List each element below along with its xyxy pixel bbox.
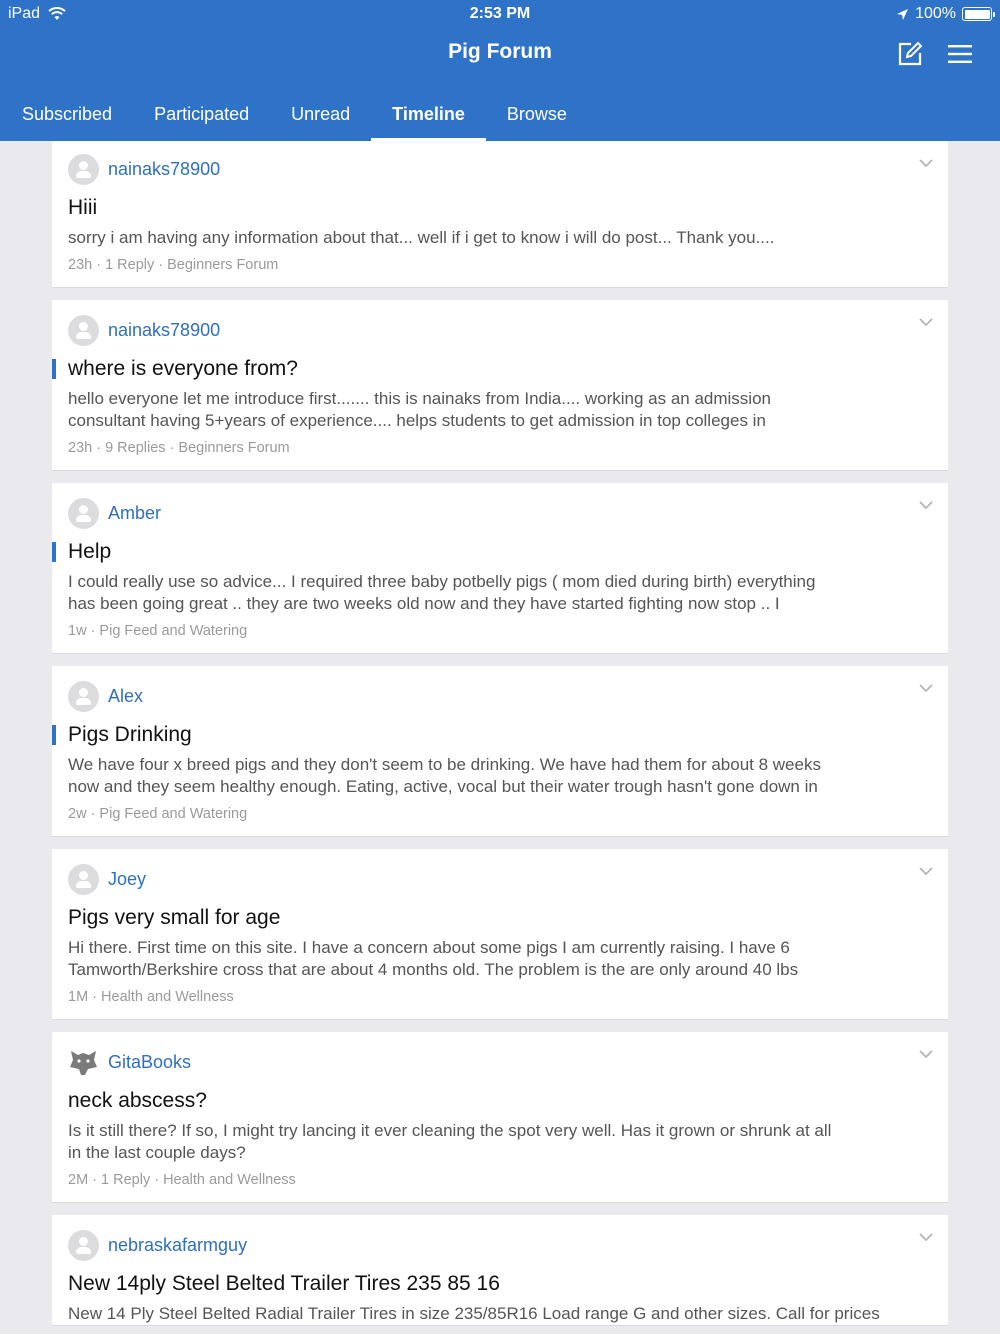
wolf-avatar-icon — [70, 1050, 97, 1075]
location-arrow-icon — [897, 8, 909, 20]
avatar[interactable] — [68, 314, 99, 346]
topic-snippet: sorry i am having any information about … — [68, 228, 775, 247]
tab-unread[interactable]: Unread — [270, 88, 371, 141]
topic-meta: 23h · 9 Replies · Beginners Forum — [68, 440, 290, 456]
chevron-down-icon[interactable] — [918, 157, 934, 169]
avatar[interactable] — [68, 1047, 99, 1078]
battery-percent: 100% — [915, 5, 956, 22]
avatar[interactable] — [68, 1229, 99, 1261]
unread-indicator — [52, 725, 56, 745]
topic-meta: 2M · 1 Reply · Health and Wellness — [68, 1172, 296, 1188]
topic-title[interactable]: New 14ply Steel Belted Trailer Tires 235… — [68, 1271, 932, 1297]
topic-meta: 2w · Pig Feed and Watering — [68, 806, 248, 822]
topic-title[interactable]: where is everyone from? — [68, 357, 298, 380]
compose-icon — [898, 41, 923, 66]
avatar[interactable] — [68, 153, 99, 185]
topic-meta: 1w · Pig Feed and Watering — [68, 623, 248, 639]
menu-button[interactable] — [946, 40, 974, 68]
topic-snippet: We have four x breed pigs and they don't… — [68, 755, 821, 796]
battery-icon — [962, 7, 995, 21]
tab-timeline[interactable]: Timeline — [371, 88, 486, 141]
topic-meta: 23h · 1 Reply · Beginners Forum — [68, 257, 279, 273]
avatar[interactable] — [68, 680, 99, 712]
chevron-down-icon[interactable] — [918, 865, 934, 877]
hamburger-menu-icon — [948, 45, 972, 63]
topic-card[interactable]: Alex Pigs Drinking We have four x breed … — [52, 666, 948, 837]
chevron-down-icon[interactable] — [918, 499, 934, 511]
topic-card[interactable]: nainaks78900 Hiii sorry i am having any … — [52, 141, 948, 288]
author-name[interactable]: nainaks78900 — [108, 159, 220, 180]
tab-participated[interactable]: Participated — [133, 88, 270, 141]
tab-browse[interactable]: Browse — [486, 88, 588, 141]
author-name[interactable]: nebraskafarmguy — [108, 1235, 247, 1256]
chevron-down-icon[interactable] — [918, 682, 934, 694]
chevron-down-icon[interactable] — [918, 1048, 934, 1060]
author-name[interactable]: nainaks78900 — [108, 320, 220, 341]
topic-card[interactable]: GitaBooks neck abscess? Is it still ther… — [52, 1032, 948, 1203]
topic-card[interactable]: Joey Pigs very small for age Hi there. F… — [52, 849, 948, 1020]
topic-title-row[interactable]: where is everyone from? — [52, 356, 932, 382]
topic-meta: 1M · Health and Wellness — [68, 989, 234, 1005]
topic-card[interactable]: nainaks78900 where is everyone from? hel… — [52, 300, 948, 471]
topic-title[interactable]: Help — [68, 540, 111, 563]
unread-indicator — [52, 359, 56, 379]
author-name[interactable]: Joey — [108, 869, 146, 890]
compose-button[interactable] — [896, 40, 924, 68]
author-name[interactable]: Alex — [108, 686, 143, 707]
topic-snippet: hello everyone let me introduce first...… — [68, 389, 771, 430]
topic-title-row[interactable]: Help — [52, 539, 932, 565]
topic-snippet: Hi there. First time on this site. I hav… — [68, 938, 799, 979]
topic-snippet: New 14 Ply Steel Belted Radial Trailer T… — [68, 1304, 880, 1323]
topic-snippet: I could really use so advice... I requir… — [68, 572, 816, 613]
author-name[interactable]: Amber — [108, 503, 161, 524]
chevron-down-icon[interactable] — [918, 1231, 934, 1243]
status-bar: iPad 2:53 PM 100% — [0, 0, 1000, 28]
forum-tabs: Subscribed Participated Unread Timeline … — [0, 88, 588, 141]
status-time: 2:53 PM — [469, 5, 531, 22]
page-title: Pig Forum — [448, 40, 552, 63]
topic-card[interactable]: Amber Help I could really use so advice.… — [52, 483, 948, 654]
top-navigation-bar: iPad 2:53 PM 100% Pig Forum Subscribed P… — [0, 0, 1000, 141]
topic-card[interactable]: nebraskafarmguy New 14ply Steel Belted T… — [52, 1215, 948, 1326]
topic-snippet: Is it still there? If so, I might try la… — [68, 1121, 832, 1162]
tab-subscribed[interactable]: Subscribed — [0, 88, 133, 141]
topic-title[interactable]: Pigs very small for age — [68, 905, 932, 931]
topic-title[interactable]: neck abscess? — [68, 1088, 932, 1114]
avatar[interactable] — [68, 863, 99, 895]
chevron-down-icon[interactable] — [918, 316, 934, 328]
topic-title[interactable]: Pigs Drinking — [68, 723, 192, 746]
unread-indicator — [52, 542, 56, 562]
topic-title[interactable]: Hiii — [68, 195, 932, 221]
topic-title-row[interactable]: Pigs Drinking — [52, 722, 932, 748]
avatar[interactable] — [68, 497, 99, 529]
timeline-feed: nainaks78900 Hiii sorry i am having any … — [52, 141, 948, 1334]
author-name[interactable]: GitaBooks — [108, 1052, 191, 1073]
